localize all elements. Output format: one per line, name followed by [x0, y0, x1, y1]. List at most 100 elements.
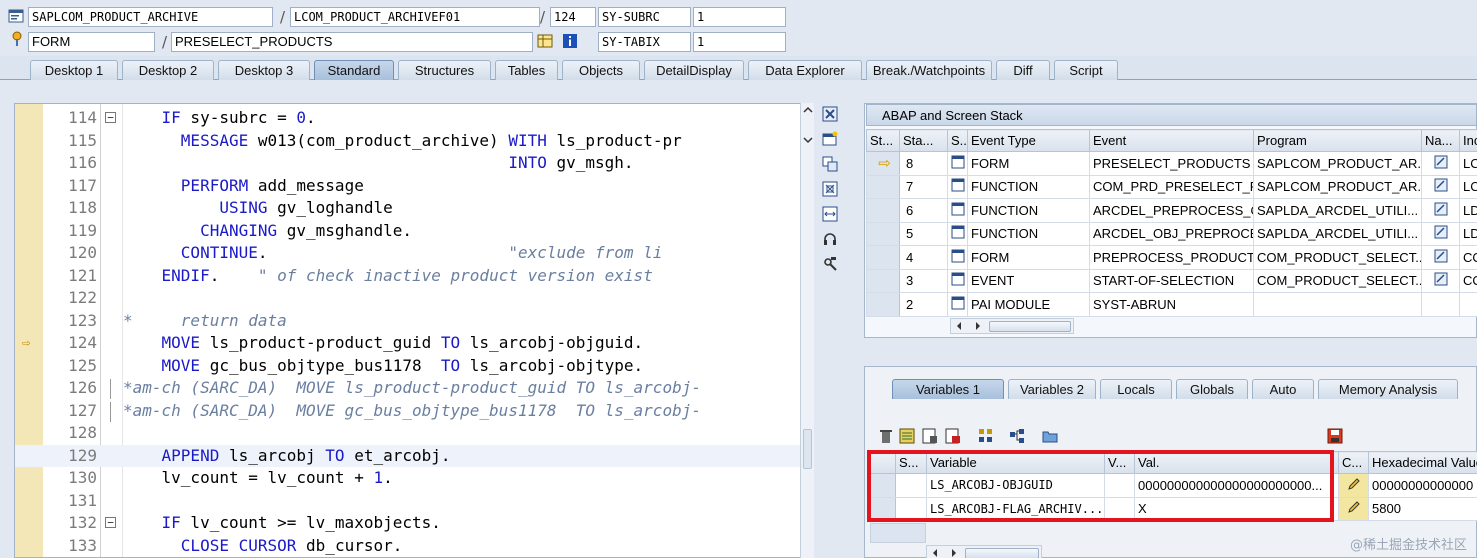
- scroll-down-icon[interactable]: [802, 135, 814, 145]
- code-line[interactable]: 133 CLOSE CURSOR db_cursor.: [15, 535, 813, 558]
- sy-tabix-value[interactable]: 1: [693, 32, 786, 52]
- new-window-icon[interactable]: [822, 131, 838, 147]
- code-line[interactable]: ⇨ 124 MOVE ls_product-product_guid TO ls_…: [15, 332, 813, 355]
- change-pencil-icon[interactable]: [1338, 473, 1369, 498]
- fold-toggle-icon[interactable]: −: [105, 517, 116, 528]
- row-selector[interactable]: [866, 268, 900, 293]
- structure-icon[interactable]: [978, 428, 994, 444]
- export-icon[interactable]: [945, 428, 961, 444]
- headset-icon[interactable]: [822, 231, 838, 247]
- tab-tables[interactable]: Tables: [495, 60, 558, 80]
- column-header[interactable]: C...: [1338, 451, 1369, 474]
- code-line[interactable]: 123 * return data: [15, 310, 813, 333]
- folder-icon[interactable]: [1042, 428, 1058, 444]
- column-header[interactable]: Hexadecimal Value: [1368, 451, 1477, 474]
- tab-break-watchpoints[interactable]: Break./Watchpoints: [866, 60, 992, 80]
- code-line[interactable]: 127 *am-ch (SARC_DA) MOVE gc_bus_objtype_…: [15, 400, 813, 423]
- floppy-save-icon[interactable]: [1327, 428, 1343, 444]
- scroll-right-icon[interactable]: [974, 321, 982, 331]
- column-header[interactable]: St...: [866, 129, 900, 152]
- event-type-field[interactable]: FORM: [28, 32, 155, 52]
- tab-variables-2[interactable]: Variables 2: [1008, 379, 1096, 399]
- code-line[interactable]: 125 MOVE gc_bus_objtype_bus1178 TO ls_ar…: [15, 355, 813, 378]
- navigate-icon[interactable]: [1421, 245, 1460, 270]
- column-header[interactable]: Event Type: [967, 129, 1090, 152]
- stack-row[interactable]: 5 FUNCTION ARCDEL_OBJ_PREPROCE... SAPLDA_AR…: [866, 221, 1477, 246]
- table-icon[interactable]: [537, 33, 553, 49]
- copy-window-icon[interactable]: [822, 156, 838, 172]
- code-line[interactable]: 120 CONTINUE. "exclude from li: [15, 242, 813, 265]
- tab-diff[interactable]: Diff: [996, 60, 1050, 80]
- scroll-left-icon[interactable]: [955, 321, 963, 331]
- stack-row[interactable]: 6 FUNCTIONARCDEL_PREPROCESS_O...SAPLDA_AR…: [866, 198, 1477, 223]
- row-selector[interactable]: [866, 174, 900, 199]
- tab-standard[interactable]: Standard: [314, 60, 394, 80]
- code-line[interactable]: 126 *am-ch (SARC_DA) MOVE ls_product-prod…: [15, 377, 813, 400]
- tab-memory-analysis[interactable]: Memory Analysis: [1318, 379, 1458, 399]
- maximize-icon[interactable]: [822, 181, 838, 197]
- code-line[interactable]: 128: [15, 422, 813, 445]
- code-line[interactable]: 114− IF sy-subrc = 0.: [15, 107, 813, 130]
- line-number-field[interactable]: 124: [550, 7, 596, 27]
- navigate-icon[interactable]: [1421, 151, 1460, 176]
- info-icon[interactable]: [562, 33, 578, 49]
- column-header[interactable]: Sta...: [899, 129, 948, 152]
- tools-icon[interactable]: [822, 256, 838, 272]
- list-icon[interactable]: [899, 428, 915, 444]
- tab-locals[interactable]: Locals: [1100, 379, 1172, 399]
- navigate-icon[interactable]: [1421, 174, 1460, 199]
- variables-scroll-thumb[interactable]: [965, 548, 1039, 558]
- navigate-icon[interactable]: [1421, 292, 1460, 317]
- navigate-icon[interactable]: [1421, 221, 1460, 246]
- tab-structures[interactable]: Structures: [398, 60, 491, 80]
- stack-scroll-thumb[interactable]: [989, 321, 1071, 332]
- code-line[interactable]: 118 USING gv_loghandle: [15, 197, 813, 220]
- column-header[interactable]: Program: [1253, 129, 1422, 152]
- stack-row[interactable]: 3 EVENT START-OF-SELECTION COM_PRODUCT_SELE…: [866, 268, 1477, 293]
- code-line[interactable]: 132− IF lv_count >= lv_maxobjects.: [15, 512, 813, 535]
- code-line[interactable]: 122: [15, 287, 813, 310]
- stack-horizontal-scrollbar[interactable]: [950, 318, 1074, 334]
- column-header[interactable]: Event: [1089, 129, 1254, 152]
- program-field[interactable]: SAPLCOM_PRODUCT_ARCHIVE: [28, 7, 273, 27]
- editor-vertical-scrollbar[interactable]: [800, 103, 814, 558]
- tab-auto[interactable]: Auto: [1252, 379, 1314, 399]
- stack-row[interactable]: ⇨ 8 FORM PRESELECT_PRODUCTS SAPLCOM_PRODUCT_…: [866, 151, 1477, 176]
- tab-variables-1[interactable]: Variables 1: [892, 379, 1004, 399]
- stack-row[interactable]: 2 PAI MODULE SYST-ABRUN: [866, 292, 1477, 317]
- hierarchy-icon[interactable]: [1009, 428, 1025, 444]
- tab-detaildisplay[interactable]: DetailDisplay: [644, 60, 744, 80]
- tab-desktop-2[interactable]: Desktop 2: [122, 60, 214, 80]
- code-line[interactable]: 115 MESSAGE w013(com_product_archive) WI…: [15, 130, 813, 153]
- event-name-field[interactable]: PRESELECT_PRODUCTS: [171, 32, 533, 52]
- tab-globals[interactable]: Globals: [1176, 379, 1248, 399]
- stack-row[interactable]: 7 FUNCTION COM_PRD_PRESELECT_F... SAPLCOM_P…: [866, 174, 1477, 199]
- row-selector[interactable]: [866, 292, 900, 317]
- column-header[interactable]: Inc: [1459, 129, 1477, 152]
- include-field[interactable]: LCOM_PRODUCT_ARCHIVEF01: [290, 7, 540, 27]
- scroll-right-icon[interactable]: [950, 548, 958, 558]
- tab-objects[interactable]: Objects: [562, 60, 640, 80]
- scroll-left-icon[interactable]: [931, 548, 939, 558]
- column-header[interactable]: Na...: [1421, 129, 1460, 152]
- save-list-icon[interactable]: [922, 428, 938, 444]
- source-code-editor[interactable]: 114− IF sy-subrc = 0. 115 MESSAGE w013(co…: [14, 103, 814, 558]
- column-header[interactable]: S...: [947, 129, 968, 152]
- row-selector[interactable]: ⇨: [866, 151, 900, 176]
- editor-scroll-thumb[interactable]: [803, 429, 812, 469]
- tab-script[interactable]: Script: [1054, 60, 1118, 80]
- change-pencil-icon[interactable]: [1338, 496, 1369, 521]
- row-selector[interactable]: [866, 198, 900, 223]
- tab-desktop-3[interactable]: Desktop 3: [218, 60, 310, 80]
- code-line[interactable]: 121 ENDIF. " of check inactive product v…: [15, 265, 813, 288]
- tab-data-explorer[interactable]: Data Explorer: [748, 60, 862, 80]
- scroll-up-icon[interactable]: [802, 105, 814, 115]
- delete-icon[interactable]: [878, 428, 894, 444]
- code-line[interactable]: 129 APPEND ls_arcobj TO et_arcobj.: [15, 444, 813, 467]
- stack-row[interactable]: 4 FORM PREPROCESS_PRODUCT... COM_PRODUCT_SE…: [866, 245, 1477, 270]
- code-line[interactable]: 119 CHANGING gv_msghandle.: [15, 220, 813, 243]
- row-selector[interactable]: [866, 221, 900, 246]
- navigate-icon[interactable]: [1421, 268, 1460, 293]
- code-line[interactable]: 116 INTO gv_msgh.: [15, 152, 813, 175]
- swap-icon[interactable]: [822, 206, 838, 222]
